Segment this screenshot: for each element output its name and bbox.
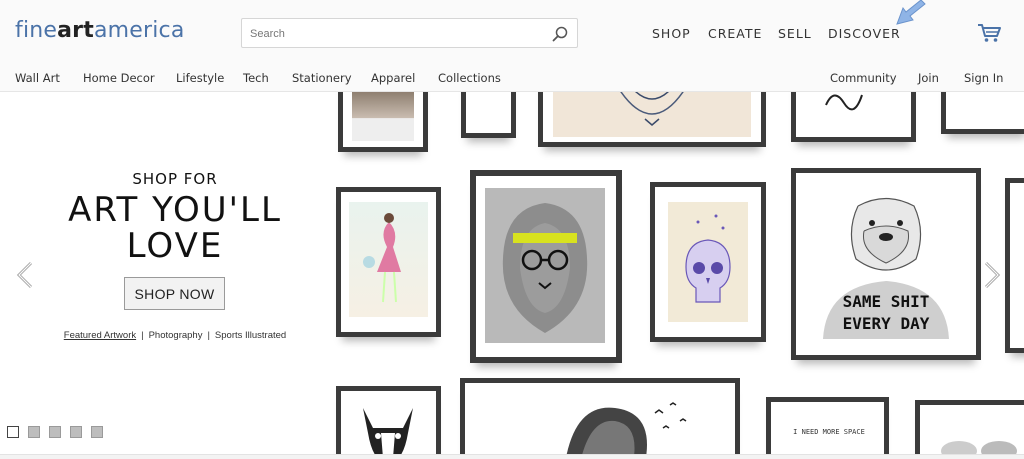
subnav-community[interactable]: Community: [830, 71, 897, 85]
subnav-sign-in[interactable]: Sign In: [964, 71, 1003, 85]
artwork-frame: [650, 182, 766, 342]
link-featured-artwork[interactable]: Featured Artwork: [64, 330, 136, 341]
artwork-frame: [460, 378, 740, 454]
subnav-join[interactable]: Join: [918, 71, 939, 85]
subnav-wall-art[interactable]: Wall Art: [15, 71, 60, 85]
artwork-frame: [461, 92, 516, 138]
logo-text-america: america: [93, 18, 185, 43]
shirt-text-line2: EVERY DAY: [843, 314, 930, 333]
logo-text-fine: fine: [15, 18, 58, 43]
search-input[interactable]: [250, 25, 540, 43]
slide-dot-active[interactable]: [7, 426, 19, 438]
hero-heading-line1: ART YOU'LL: [68, 190, 282, 230]
site-header: fineartamerica SHOP CREATE SELL DISCOVER…: [0, 0, 1024, 92]
portrait-artwork: [352, 92, 414, 141]
slide-dot[interactable]: [70, 426, 82, 438]
nav-shop[interactable]: SHOP: [652, 26, 691, 41]
artwork-frame: [915, 400, 1024, 454]
slide-dot[interactable]: [91, 426, 103, 438]
artwork-frame: [470, 170, 622, 363]
bulldog-hoodie-artwork: SAME SHIT EVERY DAY: [808, 191, 964, 339]
search-icon[interactable]: [551, 25, 569, 43]
artwork-frame: [538, 92, 766, 147]
lion-drawing-artwork: [553, 92, 751, 137]
slide-indicators: [7, 426, 103, 438]
artwork-frame: [941, 92, 1024, 134]
subnav-lifestyle[interactable]: Lifestyle: [176, 71, 224, 85]
hero-heading-line2: LOVE: [126, 226, 224, 266]
hero-subheading: SHOP FOR: [132, 170, 218, 188]
slide-dot[interactable]: [28, 426, 40, 438]
hero-links: Featured Artwork | Photography | Sports Illu…: [0, 330, 350, 341]
artwork-frame: [338, 92, 428, 152]
animal-sketch-artwork: [934, 433, 1024, 454]
subnav-stationery[interactable]: Stationery: [292, 71, 352, 85]
logo-text-art: art: [57, 18, 94, 43]
subnav-collections[interactable]: Collections: [438, 71, 501, 85]
slide-dot[interactable]: [49, 426, 61, 438]
gallery-wall-image[interactable]: SAME SHIT EVERY DAY I NEED MORE SPACE: [333, 92, 1024, 454]
artwork-frame: SAME SHIT EVERY DAY: [791, 168, 981, 360]
shop-now-button[interactable]: SHOP NOW: [124, 277, 225, 310]
nav-create[interactable]: CREATE: [708, 26, 762, 41]
hero-banner: SAME SHIT EVERY DAY I NEED MORE SPACE SH…: [0, 92, 1024, 454]
nav-sell[interactable]: SELL: [778, 26, 812, 41]
link-photography[interactable]: Photography: [149, 330, 203, 341]
cart-icon[interactable]: [977, 23, 1001, 43]
subnav-apparel[interactable]: Apparel: [371, 71, 415, 85]
french-bulldog-artwork: [353, 403, 423, 454]
subnav-home-decor[interactable]: Home Decor: [83, 71, 155, 85]
shirt-text-line1: SAME SHIT: [843, 292, 930, 311]
artwork-frame: I NEED MORE SPACE: [766, 397, 889, 454]
cursor-arrow-icon: [896, 0, 926, 25]
search-box: [241, 18, 578, 48]
chevron-left-icon[interactable]: [13, 260, 35, 290]
artwork-frame: [1005, 178, 1024, 353]
subnav-tech[interactable]: Tech: [243, 71, 269, 85]
nav-discover[interactable]: DISCOVER: [828, 26, 901, 41]
skull-artwork: [668, 202, 748, 322]
artwork-frame: [336, 187, 441, 337]
flamingo-girl-artwork: [349, 202, 428, 317]
lion-headband-artwork: [485, 188, 605, 343]
poster-text: I NEED MORE SPACE: [793, 428, 865, 436]
page-bottom-edge: [0, 454, 1024, 459]
link-separator: |: [207, 330, 210, 341]
sketch-artwork: [824, 92, 864, 115]
wild-hair-artwork: [505, 393, 705, 454]
chevron-right-icon[interactable]: [982, 260, 1004, 290]
artwork-frame: [336, 386, 441, 454]
artwork-frame: [791, 92, 916, 142]
link-separator: |: [141, 330, 144, 341]
site-logo[interactable]: fineartamerica: [15, 18, 185, 43]
link-sports-illustrated[interactable]: Sports Illustrated: [215, 330, 286, 341]
